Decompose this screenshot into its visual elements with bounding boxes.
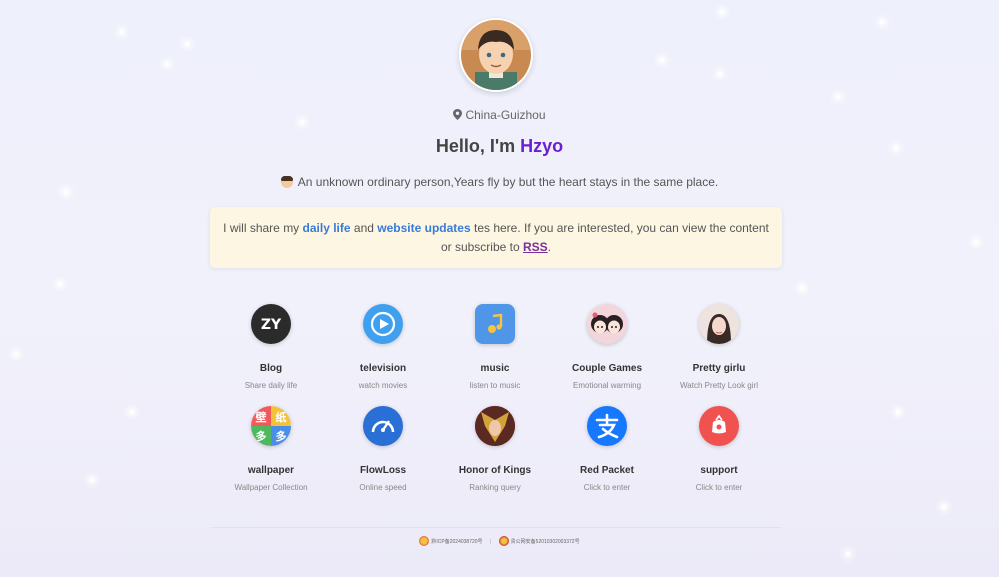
app-title: FlowLoss bbox=[359, 465, 407, 476]
police-record-link[interactable]: 贵公网安备52010302003372号 bbox=[498, 536, 580, 546]
app-desc: Wallpaper Collection bbox=[234, 483, 308, 492]
app-desc: Ranking query bbox=[469, 483, 521, 492]
app-title: music bbox=[480, 363, 510, 374]
wallpaper-char: 多 bbox=[256, 429, 267, 443]
app-support[interactable]: support Click to enter bbox=[663, 406, 775, 492]
app-music[interactable]: music listen to music bbox=[439, 304, 551, 390]
daily-life-link[interactable]: daily life bbox=[303, 221, 351, 235]
location-text: China-Guizhou bbox=[465, 108, 546, 122]
game-hero-icon bbox=[475, 406, 515, 446]
zy-logo-icon: ZY bbox=[251, 304, 291, 344]
rss-link[interactable]: RSS bbox=[523, 240, 548, 254]
footer-divider bbox=[210, 527, 782, 528]
notice-text: I will share my bbox=[223, 221, 300, 235]
play-icon bbox=[363, 304, 403, 344]
notice-text: . bbox=[547, 240, 552, 254]
map-pin-icon bbox=[453, 109, 463, 120]
icp-link[interactable]: 黔ICP备2024038720号 bbox=[419, 536, 484, 546]
app-pretty-girl[interactable]: Pretty girlu Watch Pretty Look girl bbox=[663, 304, 775, 390]
app-red-packet[interactable]: Red Packet Click to enter bbox=[551, 406, 663, 492]
notice-box: I will share my daily life and website u… bbox=[210, 207, 782, 268]
app-desc: Emotional warming bbox=[572, 381, 642, 390]
app-blog[interactable]: ZY Blog Share daily life bbox=[215, 304, 327, 390]
wallpaper-char: 纸 bbox=[276, 410, 287, 424]
wallpaper-char: 壁 bbox=[256, 410, 267, 424]
website-updates-link[interactable]: website updates bbox=[377, 221, 470, 235]
app-television[interactable]: television watch movies bbox=[327, 304, 439, 390]
location: China-Guizhou bbox=[0, 108, 999, 122]
wallpaper-icon: 壁 纸 多 多 bbox=[251, 406, 291, 446]
footer-separator: | bbox=[489, 539, 492, 545]
footer: 黔ICP备2024038720号 | 贵公网安备52010302003372号 bbox=[0, 536, 999, 546]
police-record-text: 贵公网安备52010302003372号 bbox=[510, 539, 580, 545]
app-title: Red Packet bbox=[580, 465, 634, 476]
app-desc: listen to music bbox=[469, 381, 521, 390]
music-note-icon bbox=[475, 304, 515, 344]
app-title: Honor of Kings bbox=[458, 465, 532, 476]
user-name: Hzyo bbox=[520, 136, 564, 156]
alipay-icon bbox=[587, 406, 627, 446]
app-couple-games[interactable]: Couple Games Emotional warming bbox=[551, 304, 663, 390]
app-desc: Share daily life bbox=[244, 381, 298, 390]
app-title: Blog bbox=[259, 363, 283, 374]
bio: An unknown ordinary person,Years fly by … bbox=[0, 175, 999, 189]
greeting-text: Hello, I'm bbox=[435, 136, 516, 156]
red-packet-icon bbox=[699, 406, 739, 446]
police-badge-icon bbox=[498, 536, 509, 546]
greeting-heading: Hello, I'm Hzyo bbox=[0, 136, 999, 157]
boy-emoji-icon bbox=[280, 176, 293, 188]
bio-text: An unknown ordinary person,Years fly by … bbox=[297, 175, 719, 189]
icp-text: 黔ICP备2024038720号 bbox=[431, 539, 483, 545]
app-wallpaper[interactable]: 壁 纸 多 多 wallpaper Wallpaper Collection bbox=[215, 406, 327, 492]
app-title: Pretty girlu bbox=[692, 363, 746, 374]
app-title: support bbox=[700, 465, 738, 476]
app-honor-of-kings[interactable]: Honor of Kings Ranking query bbox=[439, 406, 551, 492]
app-desc: watch movies bbox=[358, 381, 408, 390]
app-title: Couple Games bbox=[571, 363, 643, 374]
wallpaper-char: 多 bbox=[276, 429, 287, 443]
app-flowloss[interactable]: FlowLoss Online speed bbox=[327, 406, 439, 492]
app-title: television bbox=[359, 363, 407, 374]
avatar bbox=[459, 18, 533, 92]
avatar-image bbox=[461, 20, 531, 90]
icp-badge-icon bbox=[419, 536, 430, 546]
app-desc: Click to enter bbox=[695, 483, 743, 492]
app-desc: Online speed bbox=[359, 483, 407, 492]
svg-text:ZY: ZY bbox=[261, 317, 282, 333]
app-title: wallpaper bbox=[247, 465, 295, 476]
girl-avatar-icon bbox=[699, 304, 739, 344]
notice-text: and bbox=[353, 221, 374, 235]
profile-page: China-Guizhou Hello, I'm Hzyo An unknown… bbox=[0, 0, 999, 577]
app-desc: Click to enter bbox=[583, 483, 631, 492]
notice-text: tes here. If you are interested, you can… bbox=[440, 221, 769, 254]
speedometer-icon bbox=[363, 406, 403, 446]
app-desc: Watch Pretty Look girl bbox=[680, 381, 758, 390]
couple-avatar-icon bbox=[587, 304, 627, 344]
